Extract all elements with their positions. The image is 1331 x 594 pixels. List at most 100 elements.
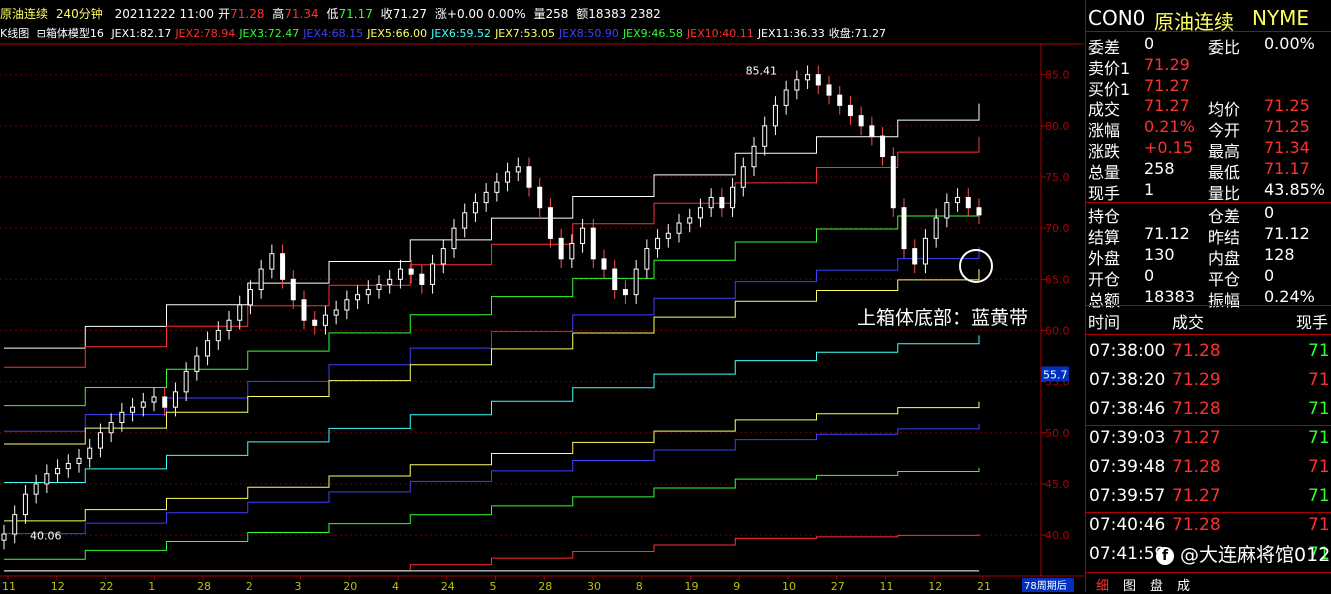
candlestick-chart[interactable]: 85.080.075.070.065.060.055.050.045.040.0… — [0, 0, 1084, 592]
candle-body — [194, 355, 200, 372]
model-name[interactable]: 箱体模型16 — [46, 27, 104, 40]
bottom-tab[interactable]: 成 — [1177, 575, 1190, 594]
x-tick-label: 10 — [782, 580, 796, 592]
band-jex10 — [4, 533, 980, 572]
candle-body — [515, 166, 521, 173]
period-label[interactable]: 78周期后 — [1024, 580, 1067, 592]
quote-label: 现手 — [1088, 183, 1121, 203]
candle-body — [344, 299, 350, 311]
bottom-tab[interactable]: 细 — [1096, 575, 1109, 594]
candle-body — [290, 278, 296, 301]
exchange-name: NYME — [1252, 6, 1310, 30]
y-tick-label: 60.0 — [1045, 324, 1070, 337]
y-tick-label: 85.0 — [1045, 69, 1070, 82]
candle-body — [922, 237, 928, 265]
x-tick-label: 12 — [51, 580, 65, 592]
candle-body — [365, 289, 371, 296]
y-tick-label: 65.0 — [1045, 273, 1070, 286]
tick-row[interactable]: 07:39:57 71.27 71 — [1086, 486, 1331, 510]
candle-body — [547, 207, 553, 239]
tick-time: 07:39:57 — [1089, 486, 1166, 506]
tick-price: 71.29 — [1172, 370, 1221, 390]
low-annotation: 40.06 — [30, 529, 62, 542]
candle-body — [65, 462, 71, 470]
dropdown-icon[interactable]: ⊟ — [37, 27, 46, 40]
candle-body — [76, 457, 82, 464]
quote-value: 130 — [1144, 245, 1175, 264]
candle-body — [44, 473, 50, 485]
candle-body — [397, 268, 403, 280]
candle-body — [537, 186, 543, 209]
candle-body — [944, 202, 950, 219]
tick-row[interactable]: 07:39:48 71.28 71 — [1086, 457, 1331, 481]
candle-body — [440, 248, 446, 265]
tick-row[interactable]: 07:39:03 71.27 71 — [1086, 428, 1331, 452]
candle-body — [258, 268, 264, 291]
quote-value: 71.17 — [1264, 158, 1310, 178]
quote-value: +0.15 — [1144, 138, 1194, 157]
quote-row: 持仓 仓差 0 — [1086, 203, 1331, 226]
indicator-value: JEX2:78.94 — [175, 27, 236, 40]
candle-body — [901, 207, 907, 250]
x-tick-label: 11 — [880, 580, 894, 592]
tick-header-vol: 现手 — [1296, 313, 1329, 332]
indicator-value: JEX1:82.17 — [111, 27, 172, 40]
candle-body — [933, 217, 939, 239]
band-jex8 — [4, 423, 980, 535]
quote-row: 卖价1 71.29 — [1086, 55, 1331, 78]
watermark-text: @大连麻将馆012 — [1180, 544, 1331, 566]
quote-row: 现手 1 量比 43.85% — [1086, 180, 1331, 203]
tick-row[interactable]: 07:40:46 71.28 71 — [1086, 515, 1331, 539]
tick-volume: 71 — [1308, 515, 1330, 535]
x-tick-label: 27 — [831, 580, 845, 592]
tick-row[interactable]: 07:38:00 71.28 71 — [1086, 341, 1331, 365]
candle-body — [280, 253, 286, 280]
candle-body — [847, 104, 853, 117]
symbol-code: CON0 — [1088, 6, 1146, 30]
quote-row: 总量 258 最低 71.17 — [1086, 158, 1331, 182]
divider — [1086, 31, 1331, 32]
tick-row[interactable]: 07:38:20 71.29 71 — [1086, 370, 1331, 394]
chart-note: 上箱体底部：蓝黄带 — [857, 307, 1028, 329]
candle-body — [837, 94, 843, 106]
indicator-value: JEX9:46.58 — [622, 27, 683, 40]
divider — [1086, 572, 1331, 573]
quote-value: 71.12 — [1264, 224, 1310, 244]
candle-body — [612, 268, 618, 291]
candle-body — [355, 294, 361, 301]
candle-body — [590, 227, 596, 260]
indicator-value: JEX8:50.90 — [559, 27, 619, 40]
x-tick-label: 1 — [148, 580, 155, 592]
band-jex7 — [4, 401, 980, 522]
candle-body — [322, 314, 328, 326]
y-tick-label: 75.0 — [1045, 171, 1070, 184]
candle-body — [462, 212, 468, 229]
candle-body — [419, 273, 425, 285]
y-tick-label: 80.0 — [1045, 120, 1070, 133]
candle-body — [87, 447, 93, 459]
tick-row[interactable]: 07:38:46 71.28 71 — [1086, 399, 1331, 423]
indicator-value: JEX10:40.11 — [686, 27, 754, 40]
quote-value: 0.00% — [1264, 34, 1315, 53]
chart-panel[interactable]: 85.0 80.0 75.0 70.0 65.0 60.0 55.0 50.0 45.0 40.0… — [0, 0, 1084, 592]
bottom-tab[interactable]: 图 — [1123, 575, 1136, 594]
y-tick-label: 45.0 — [1045, 478, 1070, 491]
period[interactable]: 240分钟 — [56, 7, 103, 21]
tick-header-price: 成交 — [1172, 313, 1205, 332]
watermark: f @大连麻将馆012 — [1156, 540, 1330, 567]
bottom-tab[interactable]: 盘 — [1150, 575, 1163, 594]
kline-label[interactable]: K线图 — [0, 27, 29, 40]
quote-row: 结算 71.12 昨结 71.12 — [1086, 224, 1331, 247]
candle-body — [676, 222, 682, 234]
candle-body — [772, 104, 778, 127]
candle-body — [97, 432, 103, 449]
candle-body — [955, 196, 961, 204]
tick-volume: 71 — [1308, 457, 1330, 477]
quote-value: 71.25 — [1264, 117, 1310, 137]
candle-body — [247, 289, 253, 306]
quote-row: 涨跌 +0.15 最高 71.34 — [1086, 138, 1331, 161]
tick-price: 71.28 — [1172, 457, 1221, 477]
candle-body — [130, 406, 136, 413]
close-label: 收 — [380, 7, 393, 21]
change-value: +0.00 0.00% — [446, 7, 526, 21]
